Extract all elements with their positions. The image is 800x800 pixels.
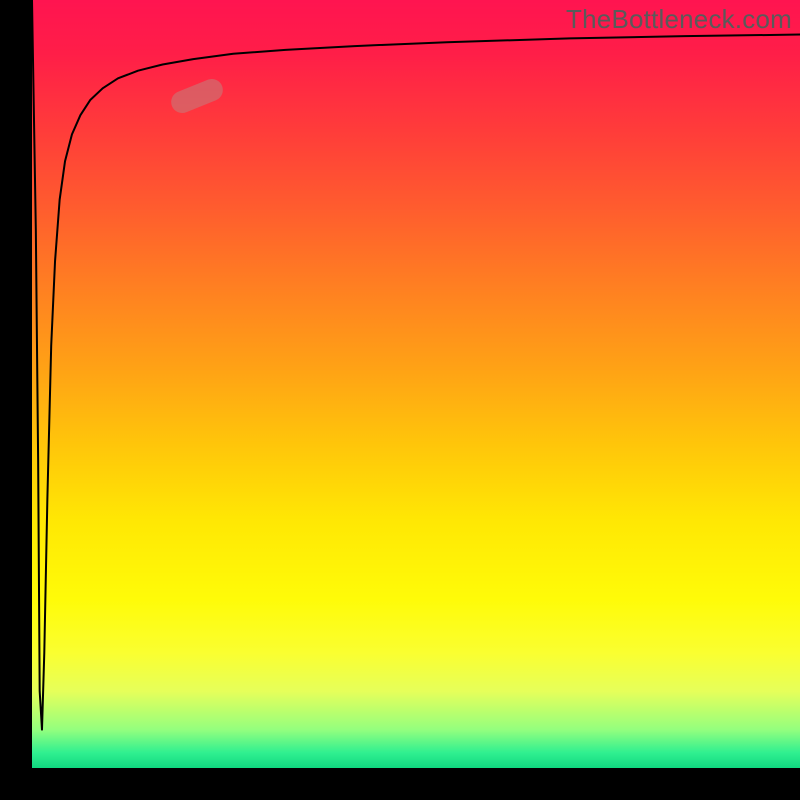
watermark-text: TheBottleneck.com <box>566 4 792 35</box>
bottleneck-curve <box>32 0 800 730</box>
curve-layer <box>32 0 800 768</box>
x-axis <box>0 768 800 800</box>
chart-frame: TheBottleneck.com <box>0 0 800 800</box>
y-axis <box>0 0 32 800</box>
